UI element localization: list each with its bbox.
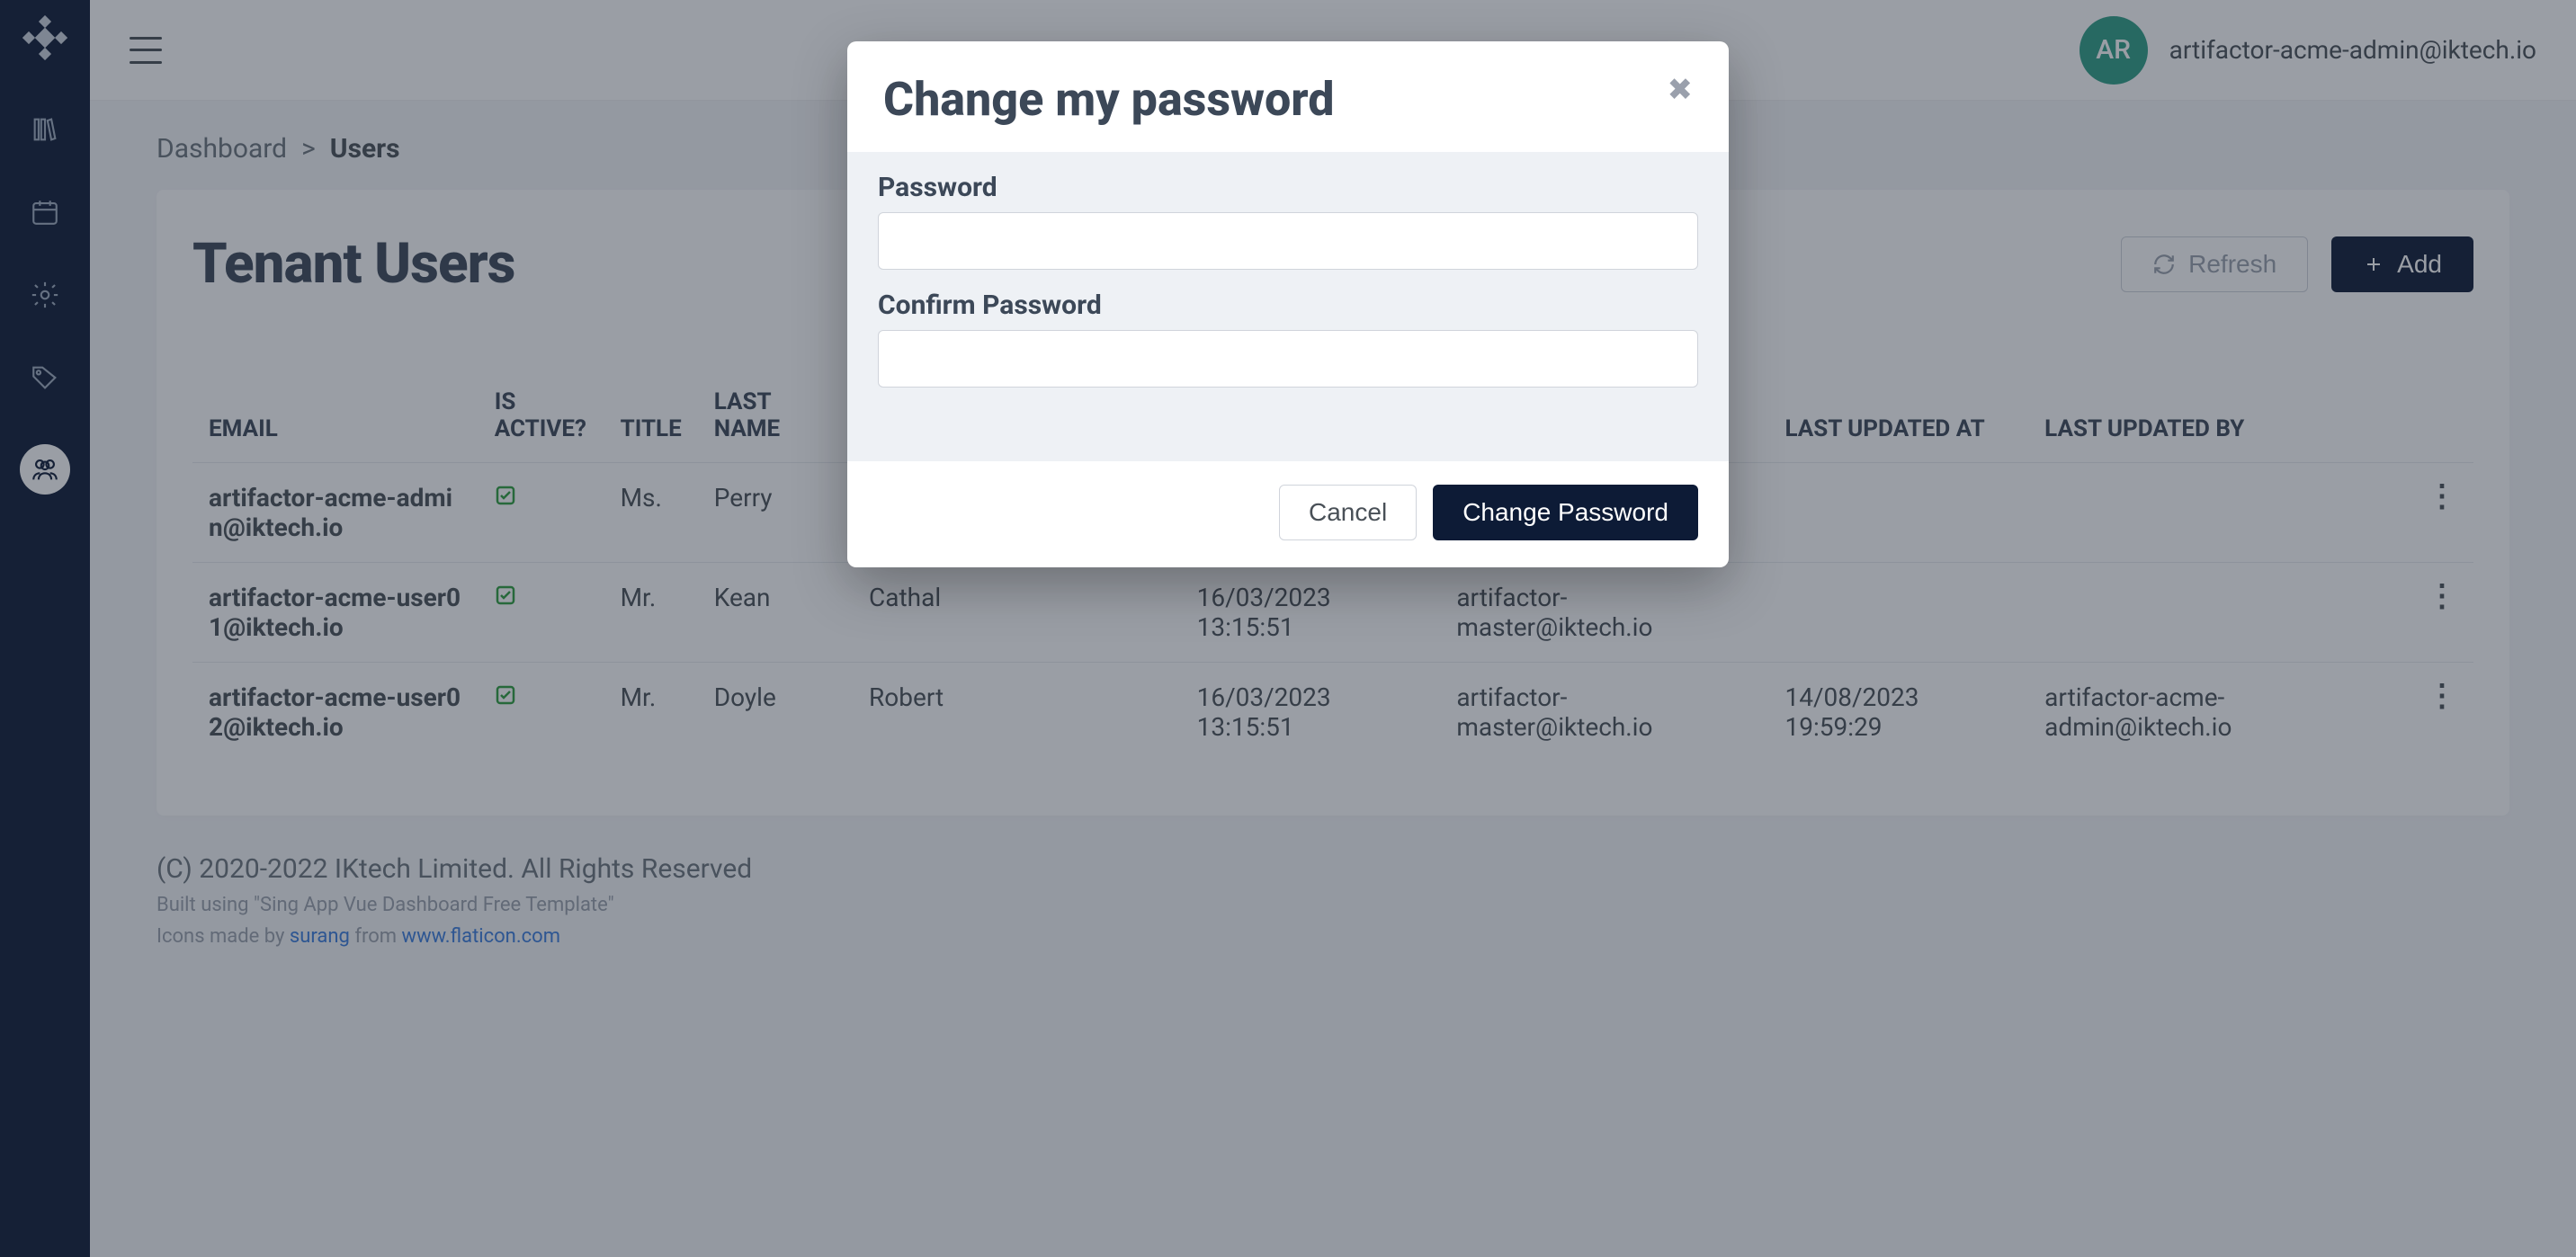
password-label: Password: [878, 172, 1698, 203]
modal-close-button[interactable]: ✖: [1668, 72, 1694, 108]
confirm-password-label: Confirm Password: [878, 290, 1698, 321]
change-password-button[interactable]: Change Password: [1433, 485, 1698, 540]
close-icon: ✖: [1668, 73, 1694, 107]
confirm-password-input[interactable]: [878, 330, 1698, 388]
change-password-modal: Change my password ✖ Password Confirm Pa…: [847, 41, 1729, 567]
password-input[interactable]: [878, 212, 1698, 270]
cancel-button[interactable]: Cancel: [1279, 485, 1417, 540]
modal-title: Change my password: [883, 72, 1334, 127]
